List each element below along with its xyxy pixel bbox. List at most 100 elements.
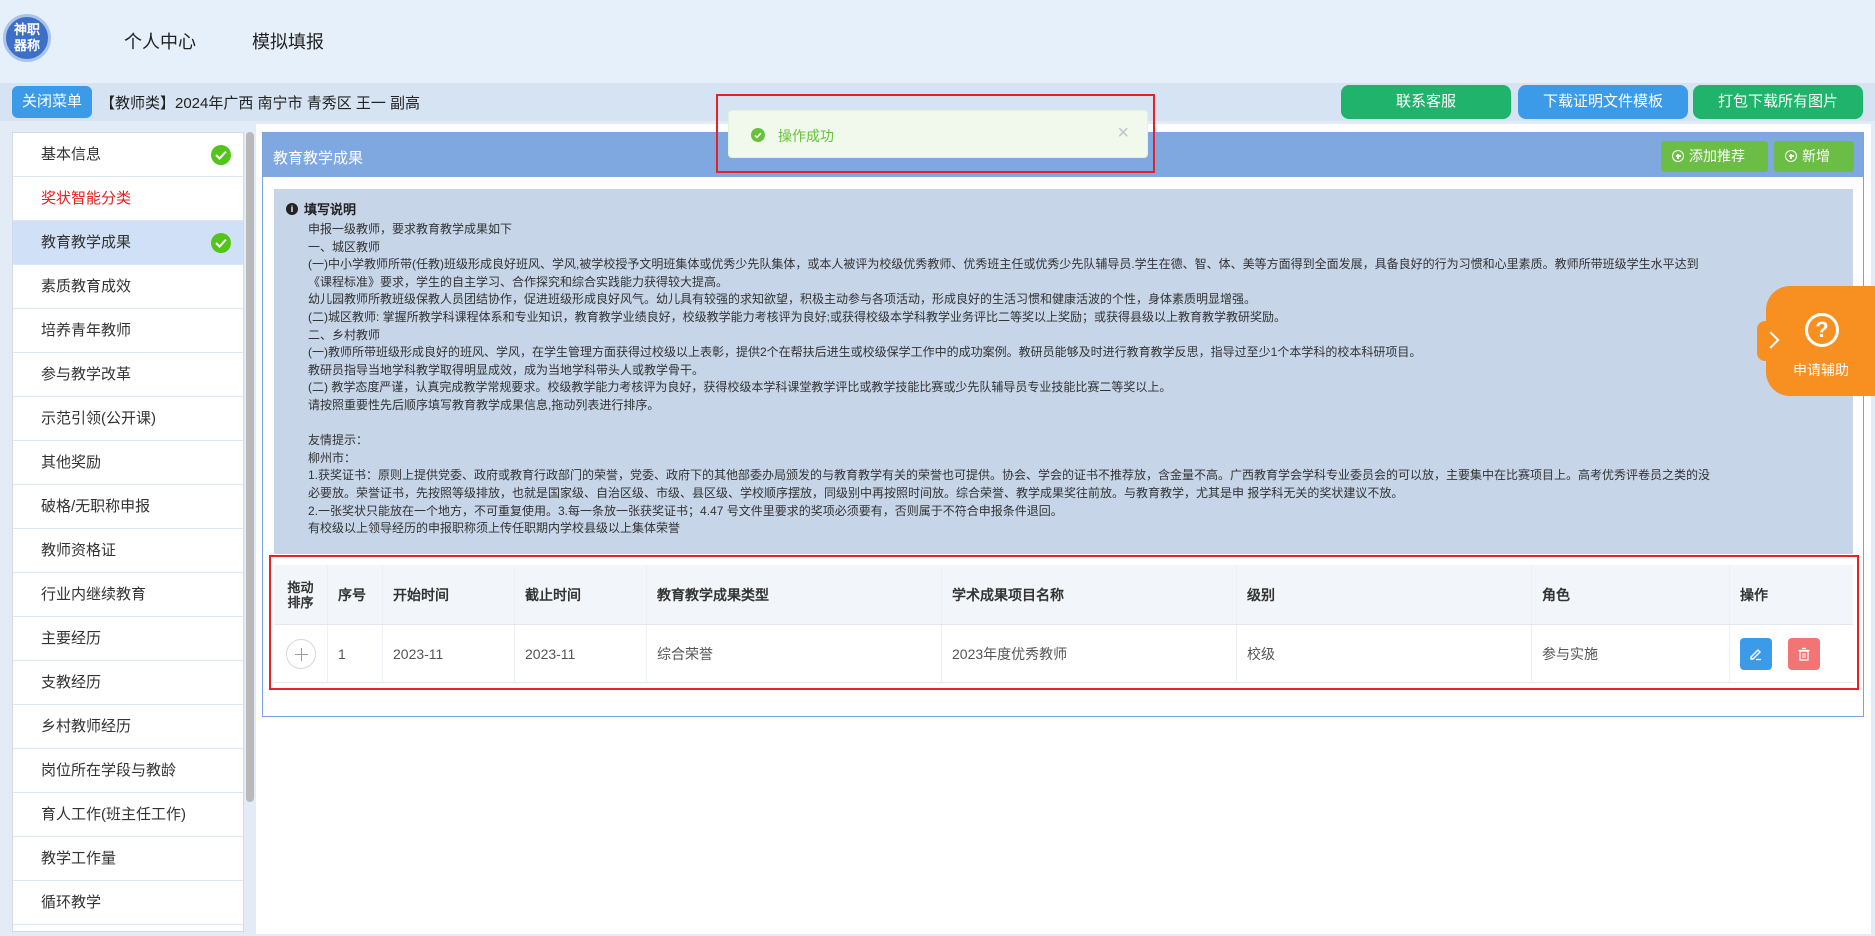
fill-instructions: i 填写说明 申报一级教师，要求教育教学成果如下 一、城区教师 (一)中小学教师所… bbox=[274, 189, 1853, 554]
sidebar-item-rural-teacher[interactable]: 乡村教师经历 bbox=[13, 705, 243, 749]
sidebar-item-label: 破格/无职称申报 bbox=[41, 498, 151, 515]
sidebar-item-label: 素质教育成效 bbox=[41, 278, 132, 295]
cell-index: 1 bbox=[328, 625, 383, 682]
toast-message: 操作成功 bbox=[778, 128, 834, 144]
question-icon: ? bbox=[1805, 313, 1839, 347]
instruction-line: 二、乡村教师 bbox=[308, 327, 381, 342]
card-title: 教育教学成果 bbox=[273, 150, 364, 167]
sidebar-item-main-experience[interactable]: 主要经历 bbox=[13, 617, 243, 661]
sidebar-item-position-seniority[interactable]: 岗位所在学段与教龄 bbox=[13, 749, 243, 793]
top-header: 神职 器称 个人中心 模拟填报 bbox=[0, 0, 1875, 83]
chevron-right-icon[interactable] bbox=[1757, 321, 1785, 361]
instruction-line: 幼儿园教师所教班级保教人员团结协作，促进班级形成良好风气。幼儿具有较强的求知欲望… bbox=[308, 292, 1257, 307]
instruction-line: 友情提示： bbox=[308, 433, 369, 448]
sidebar-item-label: 示范引领(公开课) bbox=[41, 410, 156, 427]
applicant-info: 【教师类】2024年广西 南宁市 青秀区 王一 副高 bbox=[100, 95, 421, 112]
request-help-label: 申请辅助 bbox=[1793, 362, 1849, 378]
sidebar-scrollbar[interactable] bbox=[246, 132, 254, 802]
add-new-button[interactable]: 新增 bbox=[1774, 141, 1854, 172]
sidebar-item-label: 行业内继续教育 bbox=[41, 586, 147, 603]
instructions-body: 申报一级教师，要求教育教学成果如下 一、城区教师 (一)中小学教师所带(任教)班… bbox=[286, 221, 1841, 538]
instruction-line: 一、城区教师 bbox=[308, 239, 381, 254]
sidebar-item-label: 培养青年教师 bbox=[41, 322, 132, 339]
results-table: 拖动 排序 序号 开始时间 截止时间 教育教学成果类型 学术成果项目名称 级别 … bbox=[274, 565, 1853, 685]
drag-handle-icon[interactable] bbox=[285, 638, 316, 669]
cell-result-type: 综合荣誉 bbox=[647, 625, 942, 682]
sidebar-item-label: 教师资格证 bbox=[41, 542, 117, 559]
col-role: 角色 bbox=[1532, 565, 1730, 624]
close-menu-button[interactable]: 关闭菜单 bbox=[12, 86, 93, 118]
instruction-line: 2.一张奖状只能放在一个地方，不可重复使用。3.每一条放一张获奖证书；4.47 … bbox=[308, 503, 1063, 518]
instruction-line: 教研员指导当地学科教学取得明显成效，成为当地学科带头人或教学骨干。 bbox=[308, 362, 705, 377]
sidebar-item-label: 循环教学 bbox=[41, 894, 102, 911]
col-drag-sort-label: 拖动 排序 bbox=[287, 579, 314, 610]
sidebar-item-label: 奖状智能分类 bbox=[41, 190, 132, 207]
help-widget: ? 申请辅助 bbox=[1757, 286, 1875, 396]
sidebar-item-label: 主要经历 bbox=[41, 630, 102, 647]
add-recommend-button[interactable]: 添加推荐 bbox=[1661, 141, 1768, 172]
sidebar-item-support-teaching[interactable]: 支教经历 bbox=[13, 661, 243, 705]
sidebar-item-workload[interactable]: 教学工作量 bbox=[13, 837, 243, 881]
plus-circle-icon bbox=[1672, 150, 1684, 162]
edit-icon bbox=[1750, 648, 1761, 660]
edit-button[interactable] bbox=[1740, 637, 1772, 670]
instruction-line: 请按照重要性先后顺序填写教育教学成果信息,拖动列表进行排序。 bbox=[308, 397, 660, 412]
sidebar-item-continuing-education[interactable]: 行业内继续教育 bbox=[13, 573, 243, 617]
col-level: 级别 bbox=[1237, 565, 1532, 624]
download-all-images-button[interactable]: 打包下载所有图片 bbox=[1693, 85, 1863, 119]
col-drag-sort: 拖动 排序 bbox=[274, 565, 328, 624]
top-nav: 个人中心 模拟填报 bbox=[124, 28, 324, 54]
col-result-type: 教育教学成果类型 bbox=[647, 565, 942, 624]
sidebar-item-quality-education[interactable]: 素质教育成效 bbox=[13, 265, 243, 309]
cell-end-time: 2023-11 bbox=[515, 625, 647, 682]
instruction-line: (一)中小学教师所带(任教)班级形成良好班风、学风,被学校授予文明班集体或优秀少… bbox=[308, 257, 1699, 272]
instruction-line: (一)教师所带班级形成良好的班风、学风，在学生管理方面获得过校级以上表彰，提供2… bbox=[308, 345, 1422, 360]
check-icon bbox=[211, 233, 231, 253]
instruction-line: 申报一级教师，要求教育教学成果如下 bbox=[308, 222, 513, 236]
check-icon bbox=[211, 145, 231, 165]
trash-icon bbox=[1798, 647, 1810, 661]
sidebar-item-teaching-reform[interactable]: 参与教学改革 bbox=[13, 353, 243, 397]
sidebar-item-basic-info[interactable]: 基本信息 bbox=[13, 133, 243, 177]
drag-cell bbox=[274, 625, 328, 682]
instruction-line: 有校级以上领导经历的申报职称须上传任职期内学校县级以上集体荣誉 bbox=[308, 521, 681, 536]
nav-simulated-fill[interactable]: 模拟填报 bbox=[252, 28, 324, 54]
instruction-line bbox=[308, 415, 1841, 433]
sidebar-item-label: 参与教学改革 bbox=[41, 366, 132, 383]
close-icon[interactable]: × bbox=[1117, 122, 1129, 145]
sidebar-item-label: 育人工作(班主任工作) bbox=[41, 806, 186, 823]
sidebar-item-award-classify[interactable]: 奖状智能分类 bbox=[13, 177, 243, 221]
success-check-icon bbox=[751, 128, 765, 142]
sidebar-item-class-teacher[interactable]: 育人工作(班主任工作) bbox=[13, 793, 243, 837]
sidebar-item-label: 乡村教师经历 bbox=[41, 718, 132, 735]
sidebar: 基本信息 奖状智能分类 教育教学成果 素质教育成效 培养青年教师 参与教学改革 … bbox=[12, 132, 244, 932]
sidebar-item-teaching-results[interactable]: 教育教学成果 bbox=[13, 221, 243, 265]
logo-text: 神职 器称 bbox=[13, 22, 40, 53]
app-logo: 神职 器称 bbox=[3, 14, 51, 62]
nav-personal-center[interactable]: 个人中心 bbox=[124, 28, 196, 54]
sidebar-item-train-young-teachers[interactable]: 培养青年教师 bbox=[13, 309, 243, 353]
success-toast: 操作成功 × bbox=[728, 110, 1148, 158]
instruction-line: (二) 教学态度严谨，认真完成教学常规要求。校级教学能力考核评为良好，获得校级本… bbox=[308, 380, 1172, 395]
sidebar-item-exceptional-apply[interactable]: 破格/无职称申报 bbox=[13, 485, 243, 529]
sidebar-item-label: 基本信息 bbox=[41, 146, 102, 163]
table-header: 拖动 排序 序号 开始时间 截止时间 教育教学成果类型 学术成果项目名称 级别 … bbox=[274, 565, 1853, 625]
cell-level: 校级 bbox=[1237, 625, 1532, 682]
add-recommend-label: 添加推荐 bbox=[1689, 148, 1745, 164]
instruction-line: 柳州市： bbox=[308, 450, 357, 465]
sidebar-item-open-class[interactable]: 示范引领(公开课) bbox=[13, 397, 243, 441]
plus-circle-icon bbox=[1785, 150, 1797, 162]
sidebar-item-cyclic-teaching[interactable]: 循环教学 bbox=[13, 881, 243, 925]
delete-button[interactable] bbox=[1788, 637, 1820, 670]
contact-support-button[interactable]: 联系客服 bbox=[1341, 85, 1511, 119]
cell-project-name: 2023年度优秀教师 bbox=[942, 625, 1237, 682]
sidebar-item-label: 岗位所在学段与教龄 bbox=[41, 762, 177, 779]
instruction-line: (二)城区教师: 掌握所教学科课程体系和专业知识，教育教学业绩良好，校级教学能力… bbox=[308, 309, 1287, 324]
table-row: 1 2023-11 2023-11 综合荣誉 2023年度优秀教师 校级 参与实… bbox=[274, 625, 1853, 683]
instruction-line: 《课程标准》要求，学生的自主学习、合作探究和综合实践能力获得较大提高。 bbox=[308, 274, 729, 289]
sidebar-item-other-awards[interactable]: 其他奖励 bbox=[13, 441, 243, 485]
sidebar-item-label: 支教经历 bbox=[41, 674, 102, 691]
download-template-button[interactable]: 下载证明文件模板 bbox=[1518, 85, 1688, 119]
instructions-title-text: 填写说明 bbox=[304, 202, 357, 217]
sidebar-item-teacher-cert[interactable]: 教师资格证 bbox=[13, 529, 243, 573]
